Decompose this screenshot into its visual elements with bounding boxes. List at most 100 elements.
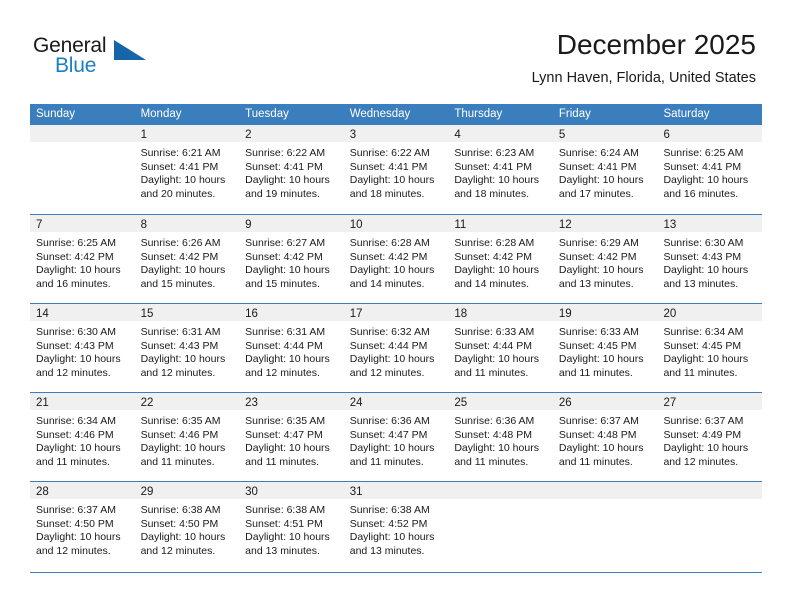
day-cell[interactable]: 10 Sunrise: 6:28 AM Sunset: 4:42 PM Dayligh… [343, 215, 449, 303]
day-cell[interactable]: 27 Sunrise: 6:37 AM Sunset: 4:49 PM Dayligh… [657, 393, 763, 481]
location-subtitle: Lynn Haven, Florida, United States [531, 70, 756, 86]
day-detail-line: Sunrise: 6:37 AM [558, 415, 639, 427]
day-number: 29 [140, 486, 154, 498]
day-cell[interactable]: 3 Sunrise: 6:22 AM Sunset: 4:41 PM Daylight… [343, 125, 449, 214]
calendar-bottom-rule [30, 572, 762, 573]
day-detail-line: Daylight: 10 hours [349, 442, 435, 455]
day-cell[interactable]: 19 Sunrise: 6:33 AM Sunset: 4:45 PM Dayligh… [552, 304, 658, 392]
day-cell[interactable]: 29 Sunrise: 6:38 AM Sunset: 4:50 PM Dayligh… [134, 482, 240, 570]
day-cell[interactable]: 7 Sunrise: 6:25 AM Sunset: 4:42 PM Daylight… [30, 215, 135, 303]
calendar-page: General Blue December 2025 Lynn Haven, F… [0, 0, 792, 612]
day-detail-line: Sunrise: 6:25 AM [663, 147, 744, 159]
day-number-band: 20 [657, 304, 763, 321]
day-cell[interactable]: 28 Sunrise: 6:37 AM Sunset: 4:50 PM Dayligh… [30, 482, 135, 570]
day-cell[interactable]: 15 Sunrise: 6:31 AM Sunset: 4:43 PM Dayligh… [134, 304, 240, 392]
day-detail-line: Sunset: 4:41 PM [454, 160, 532, 173]
day-cell-empty [657, 482, 763, 570]
day-cell[interactable]: 24 Sunrise: 6:36 AM Sunset: 4:47 PM Dayligh… [343, 393, 449, 481]
day-detail-line: Sunrise: 6:27 AM [245, 237, 326, 249]
day-cell[interactable]: 1 Sunrise: 6:21 AM Sunset: 4:41 PM Daylight… [134, 125, 240, 214]
day-detail-line: Sunset: 4:50 PM [140, 517, 219, 530]
day-number: 10 [349, 219, 363, 231]
day-number-band: 30 [239, 482, 344, 499]
day-number-band: 11 [448, 215, 553, 232]
day-details: Sunrise: 6:27 AM Sunset: 4:42 PM Daylight:… [239, 232, 344, 291]
weekday-header-tuesday: Tuesday [245, 108, 289, 120]
day-detail-line: Sunset: 4:50 PM [36, 517, 114, 530]
day-details [30, 142, 135, 147]
day-detail-line: Sunrise: 6:36 AM [454, 415, 535, 427]
day-detail-line: Daylight: 10 hours [36, 264, 121, 277]
day-number-band: 21 [30, 393, 135, 410]
general-blue-logo[interactable]: General Blue [33, 34, 163, 80]
day-detail-line: Sunset: 4:48 PM [558, 428, 637, 441]
day-detail-line: and 12 minutes. [663, 455, 739, 468]
day-detail-line: and 15 minutes. [245, 277, 320, 290]
day-cell[interactable]: 14 Sunrise: 6:30 AM Sunset: 4:43 PM Dayligh… [30, 304, 135, 392]
day-detail-line: Sunrise: 6:33 AM [454, 326, 535, 338]
day-cell[interactable]: 11 Sunrise: 6:28 AM Sunset: 4:42 PM Dayligh… [448, 215, 553, 303]
day-cell[interactable]: 8 Sunrise: 6:26 AM Sunset: 4:42 PM Daylight… [134, 215, 240, 303]
day-cell[interactable]: 2 Sunrise: 6:22 AM Sunset: 4:41 PM Daylight… [239, 125, 344, 214]
day-cell-empty [30, 125, 135, 214]
day-cell[interactable]: 13 Sunrise: 6:30 AM Sunset: 4:43 PM Dayligh… [657, 215, 763, 303]
day-cell[interactable]: 26 Sunrise: 6:37 AM Sunset: 4:48 PM Dayligh… [552, 393, 658, 481]
day-details: Sunrise: 6:33 AM Sunset: 4:44 PM Daylight:… [448, 321, 553, 380]
day-cell[interactable]: 17 Sunrise: 6:32 AM Sunset: 4:44 PM Dayligh… [343, 304, 449, 392]
day-cell[interactable]: 20 Sunrise: 6:34 AM Sunset: 4:45 PM Dayligh… [657, 304, 763, 392]
day-detail-line: Sunrise: 6:38 AM [349, 504, 430, 516]
day-number: 20 [663, 308, 677, 320]
day-cell[interactable]: 4 Sunrise: 6:23 AM Sunset: 4:41 PM Daylight… [448, 125, 553, 214]
day-number-band: 16 [239, 304, 344, 321]
day-number: 1 [140, 129, 147, 141]
day-details: Sunrise: 6:23 AM Sunset: 4:41 PM Daylight:… [448, 142, 553, 201]
day-detail-line: Sunset: 4:49 PM [663, 428, 742, 441]
day-details: Sunrise: 6:35 AM Sunset: 4:46 PM Daylight:… [135, 410, 240, 469]
day-number-band: 1 [134, 125, 240, 142]
day-detail-line: Daylight: 10 hours [558, 174, 644, 187]
day-cell[interactable]: 31 Sunrise: 6:38 AM Sunset: 4:52 PM Dayligh… [343, 482, 449, 570]
day-detail-line: Sunset: 4:42 PM [36, 250, 114, 263]
day-details [657, 499, 762, 504]
day-detail-line: Sunset: 4:41 PM [349, 160, 428, 173]
weekday-header-friday: Friday [558, 108, 591, 120]
day-number-band: 22 [134, 393, 240, 410]
day-number-band: 25 [448, 393, 553, 410]
day-cell[interactable]: 23 Sunrise: 6:35 AM Sunset: 4:47 PM Dayligh… [239, 393, 344, 481]
day-number: 4 [454, 129, 461, 141]
day-details [553, 499, 658, 504]
day-details: Sunrise: 6:36 AM Sunset: 4:47 PM Daylight:… [344, 410, 449, 469]
day-detail-line: Daylight: 10 hours [140, 442, 226, 455]
day-cell-empty [448, 482, 553, 570]
day-cell[interactable]: 5 Sunrise: 6:24 AM Sunset: 4:41 PM Daylight… [552, 125, 658, 214]
day-detail-line: and 11 minutes. [558, 455, 633, 468]
day-cell[interactable]: 9 Sunrise: 6:27 AM Sunset: 4:42 PM Daylight… [239, 215, 344, 303]
day-detail-line: Sunrise: 6:34 AM [36, 415, 116, 427]
day-cell[interactable]: 21 Sunrise: 6:34 AM Sunset: 4:46 PM Dayligh… [30, 393, 135, 481]
day-cell[interactable]: 18 Sunrise: 6:33 AM Sunset: 4:44 PM Dayligh… [448, 304, 553, 392]
day-cell[interactable]: 6 Sunrise: 6:25 AM Sunset: 4:41 PM Daylight… [657, 125, 763, 214]
page-header: General Blue December 2025 Lynn Haven, F… [0, 0, 792, 100]
day-details: Sunrise: 6:37 AM Sunset: 4:50 PM Daylight:… [30, 499, 135, 558]
day-detail-line: Sunrise: 6:28 AM [454, 237, 535, 249]
day-detail-line: Sunrise: 6:32 AM [349, 326, 430, 338]
day-detail-line: Sunrise: 6:29 AM [558, 237, 639, 249]
day-detail-line: Daylight: 10 hours [349, 174, 435, 187]
day-detail-line: Daylight: 10 hours [245, 174, 330, 187]
day-details: Sunrise: 6:34 AM Sunset: 4:46 PM Daylight:… [30, 410, 135, 469]
day-number: 24 [349, 397, 363, 409]
day-detail-line: Sunset: 4:44 PM [454, 339, 532, 352]
day-detail-line: Sunrise: 6:31 AM [140, 326, 221, 338]
day-cell[interactable]: 12 Sunrise: 6:29 AM Sunset: 4:42 PM Dayligh… [552, 215, 658, 303]
day-cell[interactable]: 25 Sunrise: 6:36 AM Sunset: 4:48 PM Dayligh… [448, 393, 553, 481]
day-detail-line: and 14 minutes. [454, 277, 530, 290]
day-number: 3 [349, 129, 357, 141]
day-cell[interactable]: 22 Sunrise: 6:35 AM Sunset: 4:46 PM Dayligh… [134, 393, 240, 481]
day-detail-line: and 11 minutes. [663, 366, 738, 379]
day-cell[interactable]: 30 Sunrise: 6:38 AM Sunset: 4:51 PM Dayligh… [239, 482, 344, 570]
weekday-header-row: Sunday Monday Tuesday Wednesday Thursday Frid… [30, 104, 762, 125]
day-number: 18 [454, 308, 468, 320]
day-details: Sunrise: 6:32 AM Sunset: 4:44 PM Daylight:… [344, 321, 449, 380]
day-number: 11 [454, 219, 467, 231]
day-cell[interactable]: 16 Sunrise: 6:31 AM Sunset: 4:44 PM Dayligh… [239, 304, 344, 392]
